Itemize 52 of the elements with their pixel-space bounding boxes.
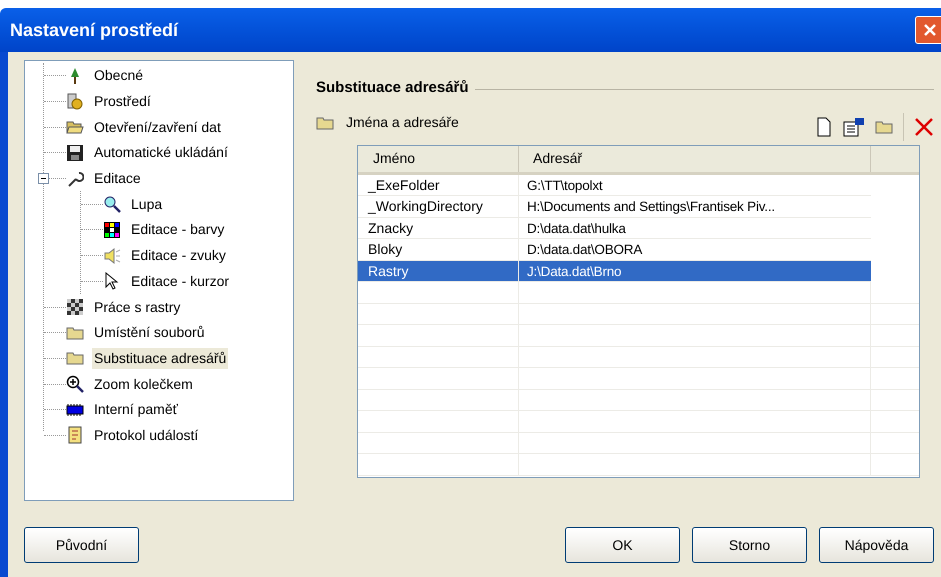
speaker-icon bbox=[103, 246, 121, 265]
tree-item[interactable]: Automatické ukládání bbox=[92, 142, 230, 164]
new-document-icon[interactable] bbox=[815, 116, 833, 136]
zoom-in-icon bbox=[66, 375, 84, 394]
table-cell-text: G:\TT\topolxt bbox=[526, 176, 604, 195]
color-grid-icon bbox=[103, 220, 121, 239]
cursor-icon bbox=[103, 272, 121, 290]
dialog-button[interactable]: Storno bbox=[692, 527, 807, 563]
tree-item[interactable]: Editace - kurzor bbox=[129, 270, 232, 292]
tree-item[interactable]: Lupa bbox=[129, 194, 164, 215]
tree-item[interactable]: Zoom kolečkem bbox=[92, 374, 195, 395]
close-icon bbox=[922, 22, 938, 38]
table-row[interactable]: Rastry J:\Data.dat\Brno bbox=[358, 260, 871, 282]
tree-item[interactable]: Editace - barvy bbox=[129, 219, 226, 240]
table-row[interactable]: _ExeFolder G:\TT\topolxt bbox=[358, 174, 871, 196]
table-cell-text: D:\data.dat\hulka bbox=[526, 220, 627, 238]
table-cell-text: H:\Documents and Settings\Frantisek Piv... bbox=[526, 198, 776, 216]
tree-item[interactable]: Protokol událostí bbox=[92, 424, 200, 446]
table-cell: Bloky bbox=[358, 239, 519, 260]
table-cell: Rastry bbox=[358, 260, 519, 281]
tree-item[interactable]: Editace bbox=[92, 168, 143, 190]
log-icon bbox=[66, 426, 84, 444]
table-cell: Znacky bbox=[358, 218, 519, 238]
tree-item[interactable]: Otevření/zavření dat bbox=[92, 116, 223, 138]
wrench-icon bbox=[66, 170, 84, 188]
column-header[interactable]: Jméno bbox=[358, 146, 519, 172]
tree-item[interactable]: Umístění souborů bbox=[92, 322, 206, 344]
properties-icon[interactable] bbox=[843, 116, 865, 136]
checkered-icon bbox=[66, 298, 84, 316]
collapse-toggle[interactable] bbox=[38, 173, 49, 184]
column-header[interactable]: Adresář bbox=[519, 146, 871, 172]
tree-item[interactable]: Substituace adresářů bbox=[92, 348, 228, 369]
dialog-button[interactable]: Nápověda bbox=[819, 527, 934, 563]
tree-item[interactable]: Obecné bbox=[92, 65, 146, 86]
table-cell: _ExeFolder bbox=[358, 174, 519, 195]
delete-icon[interactable] bbox=[914, 116, 934, 136]
magnifier-icon bbox=[103, 195, 121, 214]
table-cell-text: D:\data.dat\OBORA bbox=[526, 241, 644, 259]
section-title: Substituace adresářů bbox=[316, 78, 469, 98]
tree-item[interactable]: Interní paměť bbox=[92, 399, 180, 420]
window-title: Nastavení prostředí bbox=[10, 18, 178, 42]
table-cell-text: J:\Data.dat\Brno bbox=[526, 262, 622, 280]
tree-item[interactable]: Editace - zvuky bbox=[129, 245, 228, 266]
dialog-button[interactable]: OK bbox=[565, 527, 680, 563]
table-row[interactable]: _WorkingDirectory H:\Documents and Settings\Frantisek Piv... bbox=[358, 196, 871, 218]
list-label: Jména a adresáře bbox=[346, 113, 459, 132]
dialog-button[interactable]: Původní bbox=[24, 527, 139, 563]
table-cell: _WorkingDirectory bbox=[358, 196, 519, 216]
tree-item[interactable]: Práce s rastry bbox=[92, 296, 182, 318]
tree-item[interactable]: Prostředí bbox=[92, 91, 153, 112]
table-row[interactable]: Znacky D:\data.dat\hulka bbox=[358, 218, 871, 239]
close-button[interactable] bbox=[915, 16, 941, 44]
